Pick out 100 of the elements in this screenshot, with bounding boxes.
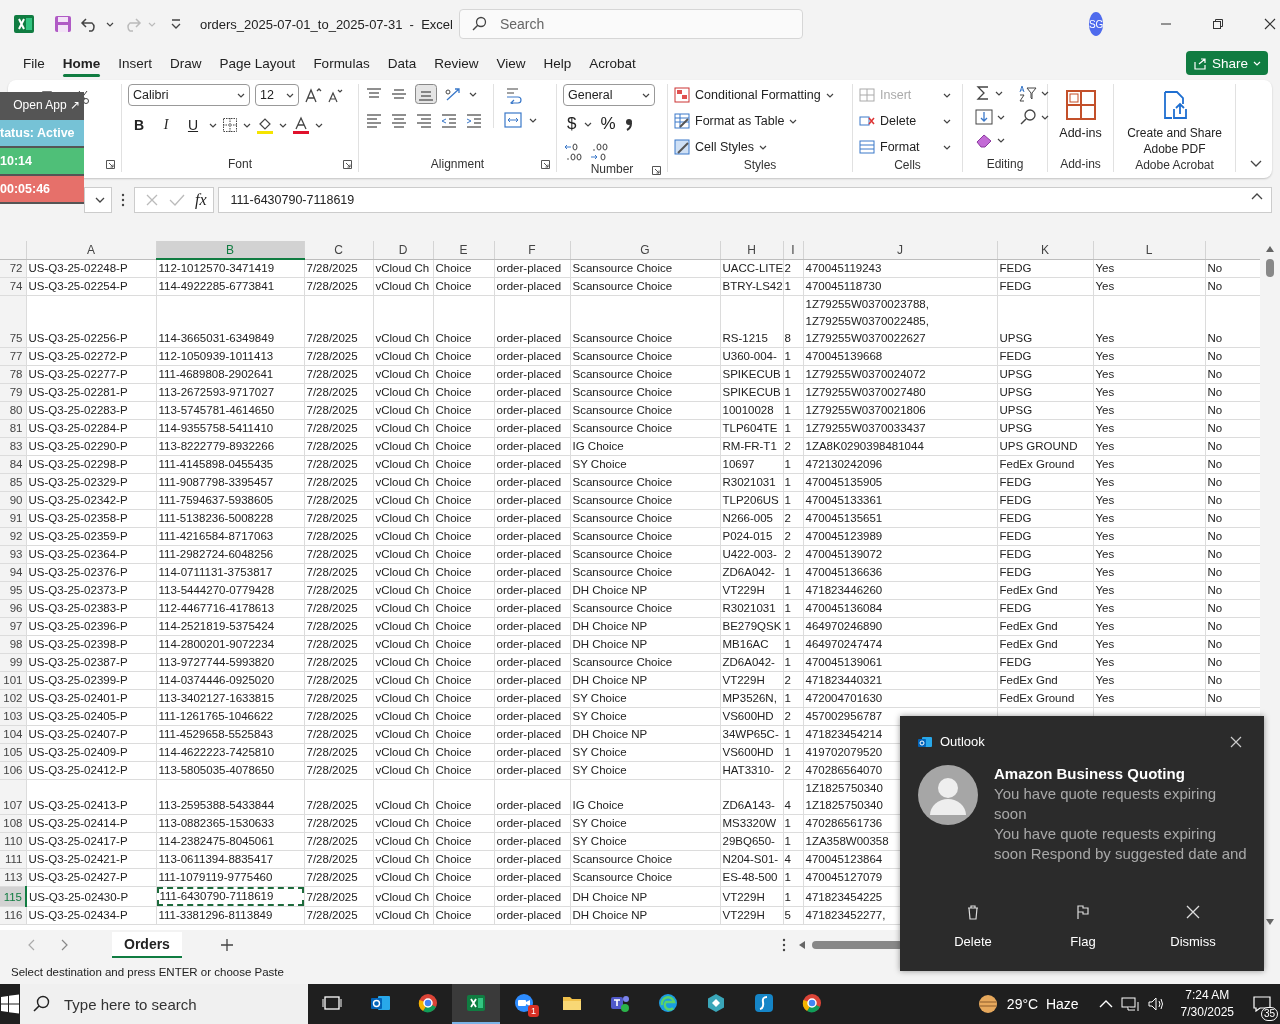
- insert-function-button[interactable]: fx: [195, 191, 207, 209]
- caret-icon[interactable]: [106, 20, 114, 28]
- fill-down-icon[interactable]: [975, 109, 993, 125]
- caret-icon[interactable]: [529, 116, 537, 124]
- caret-icon[interactable]: [1041, 113, 1049, 121]
- search-icon[interactable]: [1019, 108, 1037, 126]
- increase-indent-icon[interactable]: [465, 112, 483, 128]
- next-sheet-icon[interactable]: [60, 939, 68, 951]
- column-header[interactable]: E: [433, 241, 494, 259]
- collapse-ribbon-icon[interactable]: [1250, 160, 1262, 168]
- caret-icon[interactable]: [995, 89, 1003, 97]
- scroll-down-icon[interactable]: [1265, 918, 1275, 926]
- chevron-up-icon[interactable]: [1098, 999, 1113, 1009]
- format-cells-button[interactable]: Format: [859, 136, 951, 158]
- caret-icon[interactable]: [315, 121, 323, 129]
- eraser-icon[interactable]: [975, 132, 993, 148]
- merge-center-icon[interactable]: [504, 112, 522, 128]
- decrease-indent-icon[interactable]: [440, 112, 458, 128]
- taskbar-app-button[interactable]: 1: [500, 984, 548, 1024]
- more-options-icon[interactable]: [121, 193, 125, 207]
- excel-logo-icon[interactable]: [14, 14, 34, 34]
- underline-button[interactable]: U: [182, 114, 204, 136]
- column-header[interactable]: L: [1093, 241, 1205, 259]
- align-left-icon[interactable]: [365, 112, 383, 128]
- windows-start-icon[interactable]: [0, 994, 20, 1014]
- currency-button[interactable]: $: [563, 114, 581, 134]
- italic-button[interactable]: I: [155, 114, 177, 136]
- ribbon-tab[interactable]: File: [14, 49, 54, 77]
- font-color-icon[interactable]: [292, 116, 310, 134]
- open-app-button[interactable]: Open App ↗: [0, 92, 84, 118]
- taskbar-app-button[interactable]: [452, 984, 500, 1024]
- caret-icon[interactable]: [1041, 89, 1049, 97]
- caret-icon[interactable]: [469, 90, 477, 98]
- active-cell[interactable]: 111-6430790-7118619: [156, 887, 303, 906]
- format-as-table-button[interactable]: Format as Table: [674, 110, 846, 132]
- orientation-icon[interactable]: [444, 86, 462, 102]
- add-sheet-icon[interactable]: [219, 938, 234, 952]
- save-icon[interactable]: [54, 15, 72, 33]
- column-header[interactable]: C: [304, 241, 373, 259]
- column-header[interactable]: D: [373, 241, 433, 259]
- ribbon-tab[interactable]: Home: [53, 49, 110, 77]
- autosum-icon[interactable]: [975, 85, 991, 101]
- scroll-left-icon[interactable]: [797, 940, 806, 950]
- formula-input[interactable]: 111-6430790-7118619: [217, 187, 1272, 213]
- ribbon-tab[interactable]: Formulas: [304, 49, 379, 77]
- caret-icon[interactable]: [243, 121, 251, 129]
- restore-icon[interactable]: [1212, 18, 1225, 30]
- percent-button[interactable]: %: [596, 114, 620, 134]
- caret-icon[interactable]: [286, 91, 294, 99]
- ribbon-tab[interactable]: Draw: [161, 49, 211, 77]
- dialog-launcher-icon[interactable]: [652, 166, 661, 175]
- taskbar-search-field[interactable]: Type here to search: [20, 984, 308, 1024]
- caret-icon[interactable]: [997, 136, 1005, 144]
- caret-icon[interactable]: [584, 120, 593, 128]
- customize-menu-icon[interactable]: [170, 18, 182, 30]
- bold-button[interactable]: B: [128, 114, 150, 136]
- row-header[interactable]: 75: [0, 295, 26, 348]
- user-avatar[interactable]: SG: [1088, 12, 1104, 36]
- scroll-up-icon[interactable]: [1265, 245, 1275, 253]
- dialog-launcher-icon[interactable]: [106, 160, 115, 169]
- column-header[interactable]: G: [570, 241, 720, 259]
- network-icon[interactable]: [1120, 996, 1139, 1012]
- volume-icon[interactable]: [1146, 996, 1165, 1012]
- ribbon-tab[interactable]: Acrobat: [580, 49, 645, 77]
- font-size-field[interactable]: 12: [255, 84, 299, 106]
- ribbon-tab[interactable]: Review: [425, 49, 488, 77]
- add-ins-button[interactable]: Add-ins: [1054, 84, 1107, 140]
- sheet-tab[interactable]: Orders: [112, 932, 182, 958]
- caret-icon[interactable]: [209, 121, 217, 129]
- column-header[interactable]: I: [783, 241, 803, 259]
- ribbon-tab[interactable]: Help: [534, 49, 581, 77]
- caret-icon[interactable]: [279, 121, 287, 129]
- align-middle-icon[interactable]: [390, 86, 408, 102]
- fill-color-icon[interactable]: [256, 116, 274, 134]
- font-name-field[interactable]: Calibri: [128, 84, 250, 106]
- caret-icon[interactable]: [237, 91, 245, 99]
- ribbon-tab[interactable]: Data: [378, 49, 426, 77]
- ribbon-tab[interactable]: Page Layout: [210, 49, 305, 77]
- taskbar-clock[interactable]: 7:24 AM 7/30/2025: [1180, 987, 1234, 1021]
- conditional-formatting-button[interactable]: Conditional Formatting: [674, 84, 846, 106]
- column-header[interactable]: F: [494, 241, 570, 259]
- row-header[interactable]: 115: [0, 886, 26, 907]
- decrease-decimal-icon[interactable]: [589, 142, 611, 162]
- column-header[interactable]: A: [26, 241, 156, 259]
- dialog-launcher-icon[interactable]: [541, 160, 550, 169]
- scroll-thumb[interactable]: [1266, 259, 1274, 277]
- column-header[interactable]: K: [997, 241, 1093, 259]
- increase-font-size-icon[interactable]: [304, 87, 322, 103]
- decrease-font-size-icon[interactable]: [327, 87, 343, 103]
- align-right-icon[interactable]: [415, 112, 433, 128]
- dismiss-button[interactable]: Dismiss: [1158, 904, 1228, 949]
- expand-formula-bar-icon[interactable]: [1251, 192, 1263, 200]
- column-header[interactable]: J: [803, 241, 997, 259]
- ribbon-tab[interactable]: View: [487, 49, 535, 77]
- row-header[interactable]: 107: [0, 779, 26, 815]
- borders-icon[interactable]: [222, 117, 238, 133]
- number-format-field[interactable]: General: [563, 84, 655, 106]
- share-button[interactable]: Share: [1185, 51, 1268, 75]
- column-header[interactable]: H: [720, 241, 783, 259]
- dialog-launcher-icon[interactable]: [343, 160, 352, 169]
